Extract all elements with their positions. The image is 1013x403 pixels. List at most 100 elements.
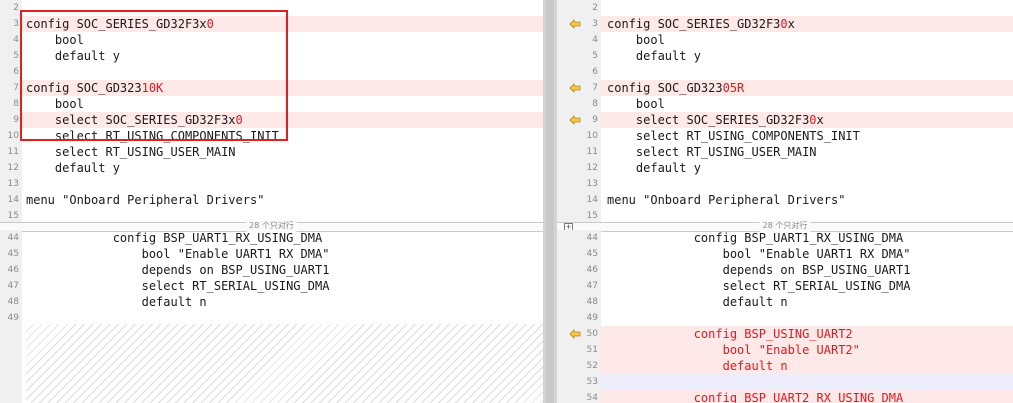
code-text: default y	[607, 48, 701, 64]
line-number: 54	[557, 390, 601, 403]
text-segment: bool "Enable UART1 RX DMA"	[26, 247, 330, 261]
highlight-annotation-box	[20, 10, 288, 141]
code-line[interactable]: 54 config BSP_UART2_RX_USING_DMA	[557, 390, 1013, 403]
line-number: 45	[0, 246, 22, 262]
merge-left-arrow-icon[interactable]	[569, 19, 581, 29]
code-line[interactable]: 44 config BSP_UART1_RX_USING_DMA	[0, 230, 543, 246]
line-number: 52	[557, 358, 601, 374]
code-line[interactable]: 45 bool "Enable UART1 RX DMA"	[0, 246, 543, 262]
merge-left-arrow-icon[interactable]	[569, 329, 581, 339]
code-line[interactable]: 47 select RT_SERIAL_USING_DMA	[557, 278, 1013, 294]
code-text: default n	[607, 294, 788, 310]
text-segment: bool "Enable UART1 RX DMA"	[607, 247, 911, 261]
line-number: 13	[0, 176, 22, 192]
code-line[interactable]: 13	[557, 176, 1013, 192]
text-segment: depends on BSP_USING_UART1	[26, 263, 330, 277]
merge-left-arrow-icon[interactable]	[569, 83, 581, 93]
line-number: 7	[0, 80, 22, 96]
code-line[interactable]: 48 default n	[0, 294, 543, 310]
code-line[interactable]: 47 select RT_SERIAL_USING_DMA	[0, 278, 543, 294]
text-segment: select RT_SERIAL_USING_DMA	[607, 279, 911, 293]
line-number: 51	[557, 342, 601, 358]
changed-text-segment: 05R	[722, 81, 745, 95]
line-number: 14	[0, 192, 22, 208]
changed-text-segment: default n	[607, 359, 788, 373]
changed-text-segment: 0	[780, 17, 788, 31]
line-number: 8	[557, 96, 601, 112]
code-line[interactable]: 5 default y	[557, 48, 1013, 64]
code-line[interactable]: 49	[557, 310, 1013, 326]
code-line[interactable]: 50 config BSP_USING_UART2	[557, 326, 1013, 342]
merge-left-arrow-icon[interactable]	[569, 115, 581, 125]
code-line[interactable]: 44 config BSP_UART1_RX_USING_DMA	[557, 230, 1013, 246]
code-text: depends on BSP_USING_UART1	[26, 262, 330, 278]
code-text: config BSP_UART2_RX_USING_DMA	[607, 390, 904, 403]
code-line[interactable]: 11 select RT_USING_USER_MAIN	[557, 144, 1013, 160]
code-line[interactable]: 3 config SOC_SERIES_GD32F30x	[557, 16, 1013, 32]
code-line[interactable]: 11 select RT_USING_USER_MAIN	[0, 144, 543, 160]
line-number: 44	[0, 230, 22, 246]
code-line[interactable]: 53	[557, 374, 1013, 390]
text-segment: bool	[607, 97, 665, 111]
pane-divider[interactable]	[543, 0, 557, 403]
line-number: 44	[557, 230, 601, 246]
text-segment: config SOC_SERIES_GD32F3	[607, 17, 781, 31]
code-line[interactable]: 10 select RT_USING_COMPONENTS_INIT	[557, 128, 1013, 144]
code-line[interactable]: 8 bool	[557, 96, 1013, 112]
code-text: bool	[607, 96, 665, 112]
line-number: 13	[557, 176, 601, 192]
text-segment: default n	[607, 295, 788, 309]
code-line[interactable]: 48 default n	[557, 294, 1013, 310]
code-line[interactable]: 9 select SOC_SERIES_GD32F30x	[557, 112, 1013, 128]
line-number: 12	[557, 160, 601, 176]
right-file-pane[interactable]: 2 3 config SOC_SERIES_GD32F30x 4 bool 5 defa…	[557, 0, 1013, 403]
left-file-pane[interactable]: 2 3 config SOC_SERIES_GD32F3x0 4 bool 5 defa…	[0, 0, 543, 403]
line-number: 3	[0, 16, 22, 32]
code-text: select RT_USING_USER_MAIN	[607, 144, 817, 160]
code-line[interactable]: 14 menu "Onboard Peripheral Drivers"	[557, 192, 1013, 208]
text-segment: default y	[607, 161, 701, 175]
code-line[interactable]: 45 bool "Enable UART1 RX DMA"	[557, 246, 1013, 262]
code-line[interactable]: 6	[557, 64, 1013, 80]
code-line[interactable]: 51 bool "Enable UART2"	[557, 342, 1013, 358]
text-segment: config BSP_UART1_RX_USING_DMA	[26, 231, 323, 245]
text-segment: x	[816, 113, 824, 127]
code-text: bool	[607, 32, 665, 48]
code-text: menu "Onboard Peripheral Drivers"	[607, 192, 845, 208]
code-text: select RT_SERIAL_USING_DMA	[607, 278, 911, 294]
text-segment: x	[787, 17, 795, 31]
text-segment: select RT_USING_USER_MAIN	[26, 145, 236, 159]
code-line[interactable]: 12 default y	[0, 160, 543, 176]
changed-text-segment: config BSP_UART2_RX_USING_DMA	[607, 391, 904, 403]
text-segment: menu "Onboard Peripheral Drivers"	[607, 193, 846, 207]
line-number: 45	[557, 246, 601, 262]
text-segment: select RT_USING_COMPONENTS_INIT	[607, 129, 860, 143]
line-number: 53	[557, 374, 601, 390]
code-line[interactable]: 46 depends on BSP_USING_UART1	[557, 262, 1013, 278]
code-line[interactable]: 2	[557, 0, 1013, 16]
line-number: 11	[557, 144, 601, 160]
code-text: select RT_USING_USER_MAIN	[26, 144, 236, 160]
code-line[interactable]: 52 default n	[557, 358, 1013, 374]
code-text: default n	[26, 294, 207, 310]
line-number: 46	[557, 262, 601, 278]
code-line[interactable]: 7 config SOC_GD32305R	[557, 80, 1013, 96]
code-line[interactable]: 13	[0, 176, 543, 192]
line-number: 11	[0, 144, 22, 160]
line-number: 6	[557, 64, 601, 80]
code-line[interactable]: 4 bool	[557, 32, 1013, 48]
code-line[interactable]: 46 depends on BSP_USING_UART1	[0, 262, 543, 278]
code-line[interactable]: 14 menu "Onboard Peripheral Drivers"	[0, 192, 543, 208]
code-text: default y	[607, 160, 701, 176]
text-segment: select RT_SERIAL_USING_DMA	[26, 279, 330, 293]
text-segment: select RT_USING_USER_MAIN	[607, 145, 817, 159]
line-number: 4	[557, 32, 601, 48]
line-number: 4	[0, 32, 22, 48]
line-number: 6	[0, 64, 22, 80]
code-text: default n	[607, 358, 788, 374]
code-text: config BSP_USING_UART2	[607, 326, 853, 342]
line-number: 5	[0, 48, 22, 64]
text-segment: config BSP_UART1_RX_USING_DMA	[607, 231, 904, 245]
code-line[interactable]: 12 default y	[557, 160, 1013, 176]
missing-lines-gutter	[0, 324, 22, 403]
